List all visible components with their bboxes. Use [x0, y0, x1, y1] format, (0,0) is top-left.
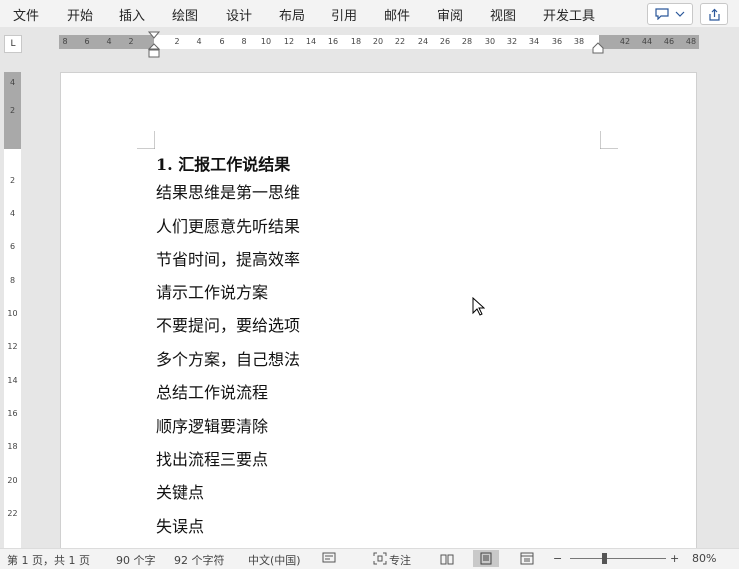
ruler-label: 16 [327, 37, 339, 46]
tab-home[interactable]: 开始 [67, 5, 93, 24]
ruler-label: 2 [9, 106, 16, 115]
ruler-label: 8 [9, 276, 16, 285]
ruler-label: 10 [260, 37, 272, 46]
ruler-label: 2 [174, 37, 180, 46]
ruler-label: 26 [439, 37, 451, 46]
chevron-down-icon [675, 11, 685, 17]
share-button[interactable] [700, 3, 728, 25]
read-mode-button[interactable] [434, 550, 460, 567]
book-icon [440, 554, 454, 564]
language-indicator[interactable]: 中文(中国) [248, 552, 301, 568]
ruler-label: 22 [7, 509, 18, 518]
ruler-label: 12 [7, 342, 18, 351]
document-line[interactable]: 多个方案，自己想法 [156, 346, 300, 370]
ruler-label: 42 [619, 37, 631, 46]
focus-icon [373, 552, 387, 565]
zoom-in-button[interactable]: + [670, 552, 679, 565]
ruler-label: 8 [62, 37, 68, 46]
print-layout-button[interactable] [473, 550, 499, 567]
ruler-label: 12 [283, 37, 295, 46]
accessibility-icon[interactable] [322, 552, 336, 565]
ruler-label: 20 [372, 37, 384, 46]
status-bar: 第 1 页，共 1 页 90 个字 92 个字符 中文(中国) 专注 − + 8… [0, 548, 739, 569]
web-icon [520, 552, 534, 565]
vertical-ruler[interactable]: 4 2 2 4 6 8 10 12 14 16 18 20 22 [4, 72, 21, 548]
ruler-label: 46 [663, 37, 675, 46]
crop-mark-top-right [600, 131, 618, 149]
web-layout-button[interactable] [514, 550, 540, 567]
ruler-label: 32 [506, 37, 518, 46]
ruler-label: 30 [484, 37, 496, 46]
page-icon [480, 552, 492, 565]
ruler-label: 20 [7, 476, 18, 485]
ruler-label: 2 [9, 176, 16, 185]
document-heading[interactable]: 1. 汇报工作说结果 [156, 151, 290, 175]
share-icon [708, 8, 720, 21]
comments-button[interactable] [647, 3, 693, 25]
ruler-label: 4 [106, 37, 112, 46]
first-line-indent-marker[interactable] [148, 31, 160, 59]
tab-selector-button[interactable]: L [4, 35, 22, 53]
ruler-label: 34 [528, 37, 540, 46]
document-line[interactable]: 总结工作说流程 [156, 379, 268, 403]
ruler-label: 16 [7, 409, 18, 418]
ruler-label: 2 [128, 37, 134, 46]
word-count[interactable]: 90 个字 [116, 552, 156, 568]
ruler-label: 22 [394, 37, 406, 46]
ruler-label: 6 [84, 37, 90, 46]
tab-developer[interactable]: 开发工具 [543, 5, 595, 24]
document-line[interactable]: 请示工作说方案 [156, 279, 268, 303]
ruler-label: 28 [461, 37, 473, 46]
mouse-pointer-icon [472, 297, 485, 316]
right-indent-marker[interactable] [592, 42, 604, 54]
tab-mailings[interactable]: 邮件 [384, 5, 410, 24]
ruler-label: 18 [7, 442, 18, 451]
ruler-label: 8 [241, 37, 247, 46]
tab-design[interactable]: 设计 [226, 5, 252, 24]
ruler-label: 4 [9, 209, 16, 218]
ruler-label: 38 [573, 37, 585, 46]
zoom-out-button[interactable]: − [553, 552, 562, 565]
tab-references[interactable]: 引用 [331, 5, 357, 24]
ruler-label: 4 [9, 78, 16, 87]
crop-mark-top-left [137, 131, 155, 149]
char-count[interactable]: 92 个字符 [174, 552, 225, 568]
tab-draw[interactable]: 绘图 [172, 5, 198, 24]
document-line[interactable]: 结果思维是第一思维 [156, 179, 300, 203]
zoom-slider-thumb[interactable] [602, 553, 607, 564]
ruler-label: 6 [219, 37, 225, 46]
comment-icon [655, 8, 669, 20]
tab-review[interactable]: 审阅 [437, 5, 463, 24]
ruler-label: 18 [350, 37, 362, 46]
ruler-label: 36 [551, 37, 563, 46]
ruler-label: 10 [7, 309, 18, 318]
ribbon-tab-bar: 文件 开始 插入 绘图 设计 布局 引用 邮件 审阅 视图 开发工具 [0, 0, 739, 27]
tab-layout[interactable]: 布局 [279, 5, 305, 24]
focus-mode-button[interactable]: 专注 [389, 552, 411, 568]
ruler-label: 24 [417, 37, 429, 46]
document-line[interactable]: 关键点 [156, 479, 204, 503]
horizontal-ruler-area: L 8 6 4 2 2 4 6 8 10 12 14 16 18 20 22 2… [0, 27, 739, 58]
tab-file[interactable]: 文件 [13, 5, 39, 24]
zoom-slider[interactable] [570, 558, 666, 559]
document-line[interactable]: 找出流程三要点 [156, 446, 268, 470]
ruler-label: 6 [9, 242, 16, 251]
ruler-label: 48 [685, 37, 697, 46]
document-line[interactable]: 人们更愿意先听结果 [156, 213, 300, 237]
page-count[interactable]: 第 1 页，共 1 页 [7, 552, 90, 568]
ruler-label: 14 [305, 37, 317, 46]
tab-view[interactable]: 视图 [490, 5, 516, 24]
ruler-label: 14 [7, 376, 18, 385]
ruler-label: 4 [196, 37, 202, 46]
document-line[interactable]: 失误点 [156, 513, 204, 537]
tab-insert[interactable]: 插入 [119, 5, 145, 24]
document-line[interactable]: 顺序逻辑要清除 [156, 413, 268, 437]
document-page[interactable]: 1. 汇报工作说结果 结果思维是第一思维 人们更愿意先听结果 节省时间，提高效率… [60, 72, 697, 549]
document-line[interactable]: 节省时间，提高效率 [156, 246, 300, 270]
document-line[interactable]: 不要提问，要给选项 [156, 312, 300, 336]
zoom-level[interactable]: 80% [692, 552, 716, 565]
ruler-label: 44 [641, 37, 653, 46]
